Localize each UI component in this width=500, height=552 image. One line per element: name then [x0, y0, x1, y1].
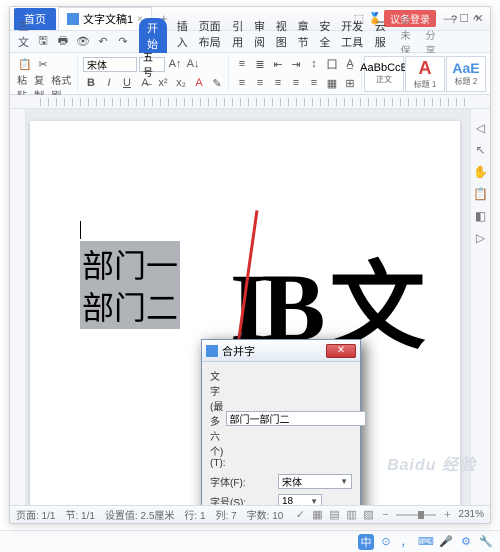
text-input[interactable]	[226, 411, 366, 426]
style-gallery: AaBbCcE 正文 A 标题 1 AaE 标题 2	[364, 55, 486, 92]
style-normal[interactable]: AaBbCcE 正文	[364, 56, 404, 92]
view-print-icon[interactable]: ▦	[311, 509, 323, 521]
zoom-out-icon[interactable]: −	[379, 509, 391, 521]
style-heading1[interactable]: A 标题 1	[405, 56, 445, 92]
print-icon[interactable]: 🖶	[55, 34, 71, 50]
shading-icon[interactable]: ▦	[324, 75, 340, 91]
bold-icon[interactable]: B	[83, 75, 99, 91]
dialog-title: 合并字	[222, 343, 255, 359]
dropdown-icon: ▼	[310, 497, 318, 505]
statusbar: 页面: 1/1 节: 1/1 设置值: 2.5厘米 行: 1 列: 7 字数: …	[10, 505, 490, 523]
position-indicator: 设置值: 2.5厘米	[105, 507, 174, 522]
sub-icon[interactable]: x₂	[173, 75, 189, 91]
menubar: 三 文件 🖫 🖶 👁 ↶ ↷ 开始 插入 页面布局 引用 审阅 视图 章节 安全…	[10, 31, 490, 53]
style-heading2[interactable]: AaE 标题 2	[446, 56, 486, 92]
section-indicator: 节: 1/1	[65, 507, 94, 522]
distribute-icon[interactable]: ≡	[306, 75, 322, 91]
line-space-icon[interactable]: ↕	[306, 56, 322, 72]
indent-left-icon[interactable]: ⇤	[270, 56, 286, 72]
view-read-icon[interactable]: ▧	[362, 509, 374, 521]
preview-icon[interactable]: 👁	[75, 34, 91, 50]
view-outline-icon[interactable]: ▥	[345, 509, 357, 521]
page-indicator[interactable]: 页面: 1/1	[16, 507, 55, 522]
play-icon[interactable]: ▷	[474, 231, 488, 245]
selected-text-2[interactable]: 部门二	[80, 283, 180, 329]
save-icon[interactable]: 🖫	[35, 34, 51, 50]
ribbon-toolbar: 📋 ✂ 粘贴 复制 格式刷 宋体 五号 A↑ A↓ B I U A̶ x²	[10, 53, 490, 95]
os-taskbar: 中 ⊙ ， ⌨ 🎤 ⚙ 🔧	[0, 530, 500, 552]
wordcount-indicator[interactable]: 字数: 10	[247, 507, 284, 522]
numbering-icon[interactable]: ≣	[252, 56, 268, 72]
font-size-select[interactable]: 五号	[139, 57, 165, 72]
justify-icon[interactable]: ≡	[288, 75, 304, 91]
dropdown-icon: ▼	[340, 477, 348, 486]
triangle-left-icon[interactable]: ◁	[474, 121, 488, 135]
selected-text-1[interactable]: 部门一	[80, 241, 180, 287]
text-color-icon[interactable]: A	[191, 75, 207, 91]
text-cursor	[80, 221, 81, 239]
highlight-tool-icon[interactable]: ◧	[474, 209, 488, 223]
spell-icon[interactable]: ✓	[294, 509, 306, 521]
page-content: 部门一 部门二	[80, 241, 180, 329]
horizontal-ruler[interactable]	[10, 95, 490, 109]
underline-icon[interactable]: U	[119, 75, 135, 91]
text-label: 文字(最多六个)(T):	[210, 368, 226, 469]
italic-icon[interactable]: I	[101, 75, 117, 91]
align-center-icon[interactable]: ≡	[252, 75, 268, 91]
vertical-ruler[interactable]	[10, 109, 26, 505]
view-web-icon[interactable]: ▤	[328, 509, 340, 521]
strike-icon[interactable]: A̶	[137, 75, 153, 91]
zoom-slider[interactable]	[396, 514, 436, 516]
dialog-icon	[206, 345, 218, 357]
super-icon[interactable]: x²	[155, 75, 171, 91]
paste-icon[interactable]: 📋	[17, 56, 33, 72]
right-sidebar: ◁ ↖ ✋ 📋 ◧ ▷	[470, 109, 490, 505]
merge-chars-dialog: 合并字 ✕ 文字(最多六个)(T): 字体(F): 宋体▼	[201, 339, 361, 505]
zoom-in-icon[interactable]: +	[441, 509, 453, 521]
hand-icon[interactable]: ✋	[474, 165, 488, 179]
bullets-icon[interactable]: ≡	[234, 56, 250, 72]
dialog-titlebar[interactable]: 合并字 ✕	[202, 340, 360, 362]
redo-icon[interactable]: ↷	[115, 34, 131, 50]
font-select[interactable]: 宋体▼	[278, 474, 352, 489]
line-indicator: 行: 1	[184, 507, 205, 522]
collapse-ribbon-icon[interactable]: ^	[468, 12, 484, 28]
size-select[interactable]: 18▼	[278, 494, 322, 505]
align-right-icon[interactable]: ≡	[270, 75, 286, 91]
align-left-icon[interactable]: ≡	[234, 75, 250, 91]
grow-font-icon[interactable]: A↑	[167, 56, 183, 72]
help-icon[interactable]: ?	[446, 12, 462, 28]
dialog-close-button[interactable]: ✕	[326, 344, 356, 358]
undo-icon[interactable]: ↶	[95, 34, 111, 50]
char-icon2[interactable]: A̲	[342, 56, 358, 72]
font-name-select[interactable]: 宋体	[83, 57, 137, 72]
select-icon[interactable]: ↖	[474, 143, 488, 157]
workspace: 部门一 部门二 IB文 合并字 ✕ 文字(最多六个)(T):	[10, 109, 490, 505]
font-label: 字体(F):	[210, 474, 278, 489]
indent-right-icon[interactable]: ⇥	[288, 56, 304, 72]
shrink-font-icon[interactable]: A↓	[185, 56, 201, 72]
border-icon[interactable]: ⊞	[342, 75, 358, 91]
col-indicator: 列: 7	[216, 507, 237, 522]
highlight-icon[interactable]: ✎	[209, 75, 225, 91]
clipboard-icon[interactable]: 📋	[474, 187, 488, 201]
size-label: 字号(S):	[210, 494, 278, 505]
char-icon1[interactable]: 囗	[324, 56, 340, 72]
zoom-level[interactable]: 231%	[458, 509, 484, 520]
cut-icon[interactable]: ✂	[35, 56, 51, 72]
